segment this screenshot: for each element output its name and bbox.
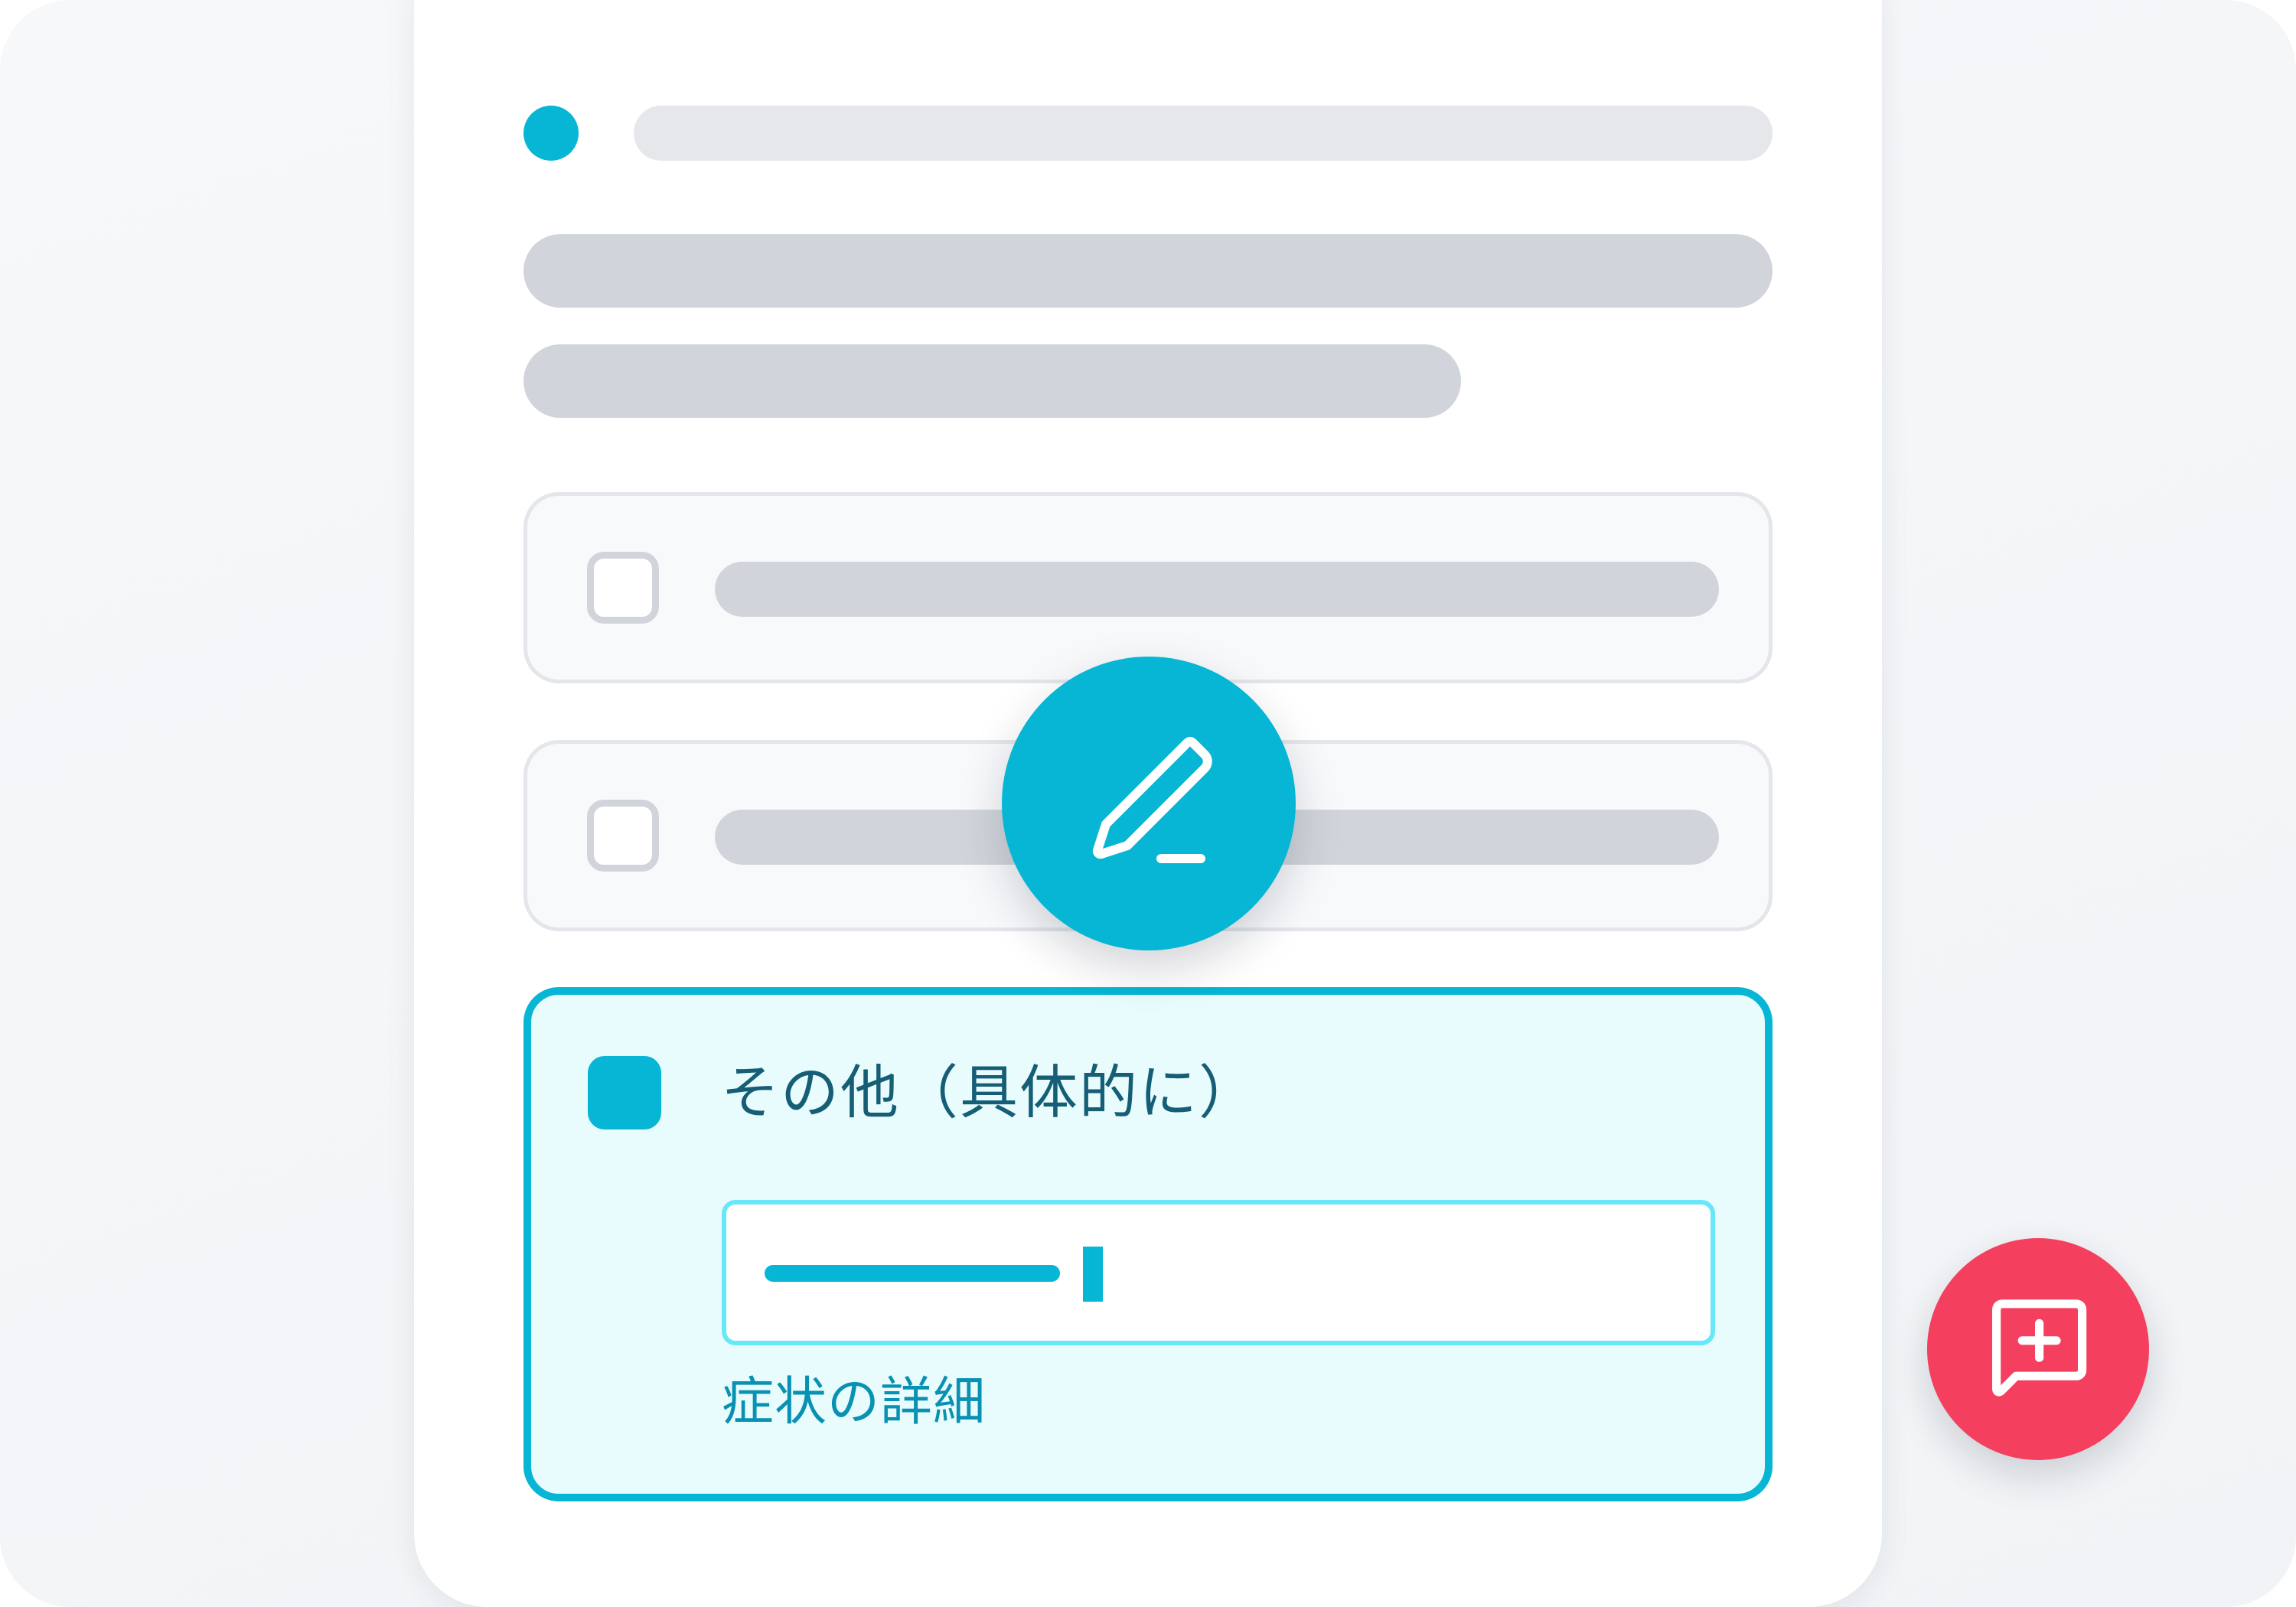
option-other-label: その他（具体的に）	[721, 1058, 1258, 1126]
question-title-placeholder	[523, 234, 1773, 308]
typed-text-placeholder	[765, 1265, 1060, 1282]
message-plus-icon	[1992, 1299, 2087, 1397]
edit-button[interactable]	[1002, 657, 1296, 950]
option-1-label-placeholder	[715, 562, 1719, 617]
option-1-checkbox[interactable]	[587, 552, 659, 624]
option-other-checkbox[interactable]	[588, 1056, 661, 1129]
pencil-icon	[1092, 736, 1212, 863]
status-indicator	[523, 106, 579, 161]
symptom-detail-input[interactable]	[722, 1200, 1715, 1345]
option-other[interactable]: その他（具体的に） 症状の詳細	[523, 987, 1773, 1501]
app-canvas: その他（具体的に） 症状の詳細	[0, 0, 2296, 1607]
option-2-checkbox[interactable]	[587, 800, 659, 872]
symptom-detail-helper: 症状の詳細	[722, 1372, 987, 1433]
add-feedback-button[interactable]	[1927, 1238, 2149, 1460]
text-caret	[1083, 1247, 1103, 1302]
option-1[interactable]	[523, 492, 1773, 683]
question-meta-placeholder	[634, 106, 1773, 161]
question-title-placeholder-line-2	[523, 344, 1461, 418]
